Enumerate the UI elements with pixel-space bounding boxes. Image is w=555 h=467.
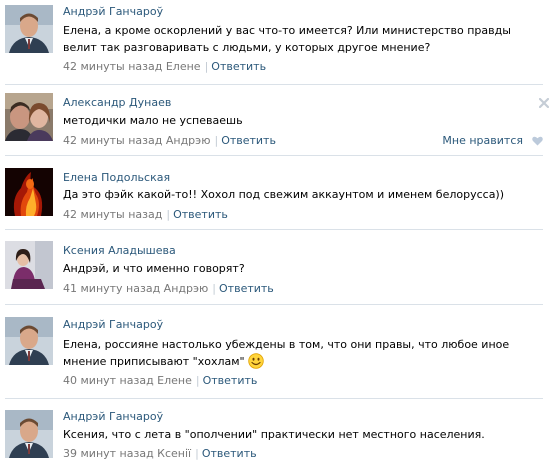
meta-separator: |	[204, 60, 209, 73]
reply-link[interactable]: Ответить	[219, 282, 274, 295]
comment-meta: 42 минуты назад Андрэю | Ответить	[63, 134, 276, 147]
comment-meta: 42 минуты назад | Ответить	[63, 208, 228, 221]
heart-icon[interactable]	[532, 136, 543, 146]
comment-time[interactable]: 40 минут назад Елене	[63, 374, 192, 387]
comment-meta: 40 минут назад Елене | Ответить	[63, 374, 257, 387]
comment-time[interactable]: 41 минуту назад Андрэю	[63, 282, 208, 295]
comment-author[interactable]: Андрэй Ганчароў	[63, 318, 163, 331]
avatar[interactable]	[5, 5, 53, 53]
avatar[interactable]	[5, 93, 53, 141]
comment-text: Елена, а кроме оскорлений у вас что-то и…	[63, 24, 511, 54]
meta-separator: |	[212, 282, 217, 295]
comment-divider	[5, 398, 543, 399]
avatar[interactable]	[5, 410, 53, 458]
meta-separator: |	[166, 208, 171, 221]
comment-author[interactable]: Ксения Аладышева	[63, 244, 176, 257]
comment-time[interactable]: 42 минуты назад Андрэю	[63, 134, 210, 147]
avatar[interactable]	[5, 241, 53, 289]
comment-divider	[5, 304, 543, 305]
comment-divider	[5, 155, 543, 156]
comment-time[interactable]: 39 минут назад Ксенії	[63, 447, 191, 460]
comment-meta: 42 минуты назад Елене | Ответить	[63, 60, 266, 73]
comment-divider	[5, 229, 543, 230]
comment-text: Андрэй, и что именно говорят?	[63, 262, 245, 275]
comment-divider	[5, 84, 543, 85]
comment-meta: 41 минуту назад Андрэю | Ответить	[63, 282, 274, 295]
comment-author[interactable]: Елена Подольская	[63, 171, 170, 184]
meta-separator: |	[195, 447, 199, 460]
comment-text-content: Елена, россияне настолько убеждены в том…	[63, 338, 510, 368]
avatar[interactable]	[5, 168, 53, 216]
reply-link[interactable]: Ответить	[173, 208, 228, 221]
comment-author[interactable]: Андрэй Ганчароў	[63, 410, 163, 423]
reply-link[interactable]: Ответить	[202, 447, 257, 460]
comment-author[interactable]: Андрэй Ганчароў	[63, 5, 163, 18]
comment-time[interactable]: 42 минуты назад	[63, 208, 162, 221]
avatar[interactable]	[5, 317, 53, 365]
close-icon[interactable]	[539, 98, 549, 108]
reply-link[interactable]: Ответить	[203, 374, 258, 387]
smile-emoji-icon	[247, 353, 264, 369]
comment-text: Ксения, что с лета в "ополчении" практич…	[63, 428, 485, 441]
meta-separator: |	[214, 134, 219, 147]
comment-text: Елена, россияне настолько убеждены в том…	[63, 336, 543, 370]
meta-separator: |	[195, 374, 200, 387]
reply-link[interactable]: Ответить	[221, 134, 276, 147]
reply-link[interactable]: Ответить	[211, 60, 266, 73]
like-button[interactable]: Мне нравится	[442, 134, 523, 147]
comment-text: методички мало не успеваешь	[63, 114, 243, 127]
comment-text: Да это фэйк какой-то!! Хохол под свежим …	[63, 188, 505, 201]
comment-author[interactable]: Александр Дунаев	[63, 96, 171, 109]
comment-time[interactable]: 42 минуты назад Елене	[63, 60, 201, 73]
comment-meta: 39 минут назад Ксенії | Ответить	[63, 447, 257, 460]
